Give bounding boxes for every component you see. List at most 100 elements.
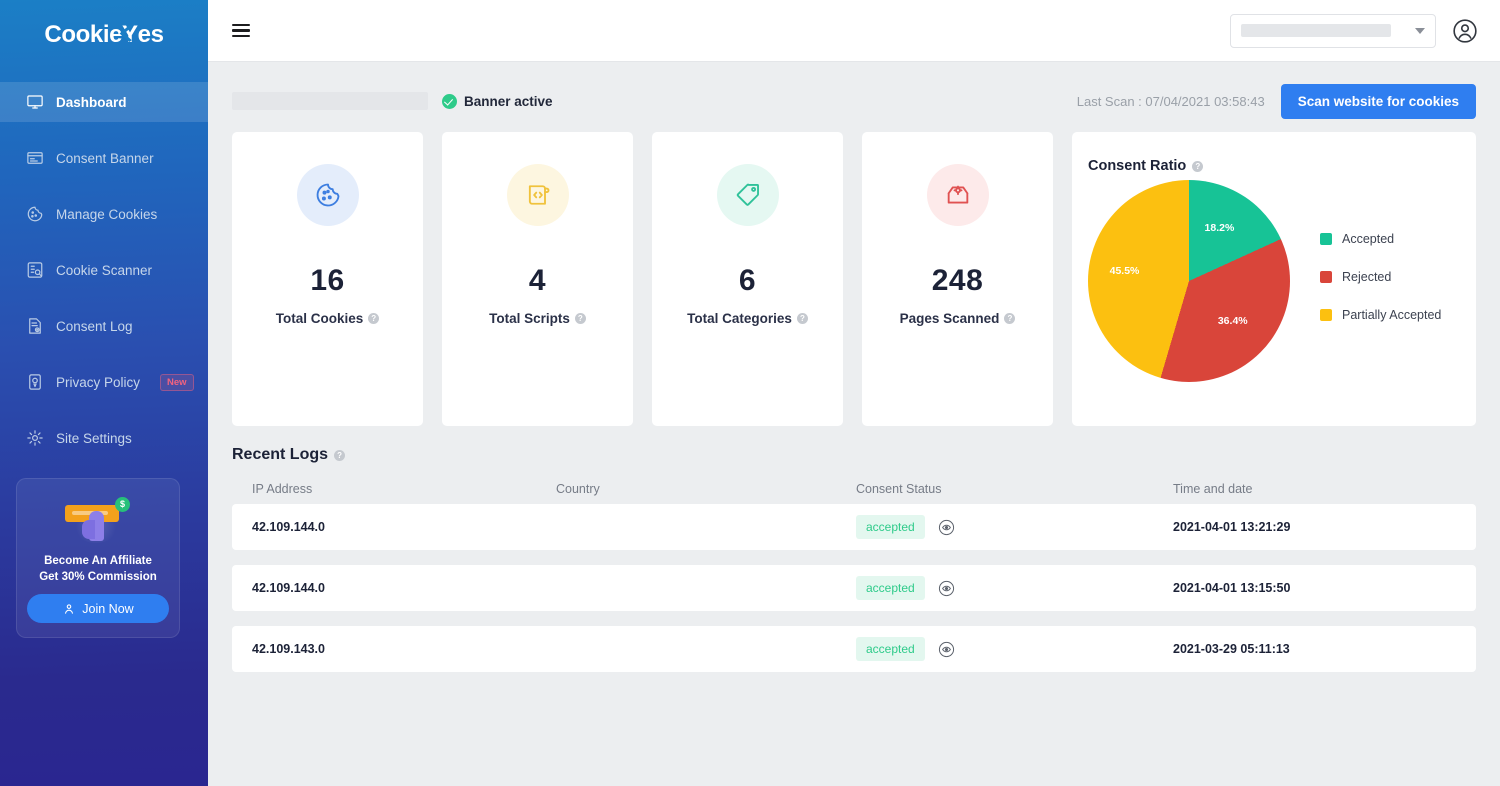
pie-label-rejected: 36.4% bbox=[1217, 314, 1248, 327]
sidebar-item-label: Site Settings bbox=[56, 430, 132, 446]
affiliate-illustration: $ bbox=[27, 491, 169, 549]
help-icon[interactable]: ? bbox=[796, 313, 808, 324]
sidebar-item-site-settings[interactable]: Site Settings bbox=[0, 418, 208, 458]
site-select-dropdown[interactable] bbox=[1230, 13, 1436, 48]
cell-ip-address: 42.109.144.0 bbox=[252, 520, 325, 534]
help-icon[interactable]: ? bbox=[1004, 313, 1016, 324]
tag-icon bbox=[716, 164, 779, 226]
eye-icon[interactable] bbox=[938, 580, 955, 597]
stat-card-pages-scanned: 248 Pages Scanned? bbox=[862, 132, 1053, 426]
scan-website-button[interactable]: Scan website for cookies bbox=[1280, 83, 1476, 119]
consent-ratio-card: Consent Ratio ? 18.2% 36.4% 45.5% Accept… bbox=[1072, 132, 1476, 426]
check-circle-icon bbox=[442, 93, 457, 109]
cell-consent-status: accepted bbox=[856, 576, 1173, 600]
recent-logs-title: Recent Logs bbox=[232, 446, 329, 463]
column-header-ip: IP Address bbox=[252, 482, 313, 496]
recent-logs-title-row: Recent Logs ? bbox=[232, 446, 1476, 464]
sidebar-item-label: Dashboard bbox=[56, 94, 127, 110]
banner-status-label: Banner active bbox=[464, 93, 553, 109]
legend-label: Accepted bbox=[1342, 232, 1395, 246]
legend-label: Rejected bbox=[1342, 270, 1392, 284]
affiliate-headline: Become An Affiliate bbox=[44, 555, 152, 567]
legend-item-accepted[interactable]: Accepted bbox=[1320, 232, 1441, 246]
sidebar-item-cookie-scanner[interactable]: Cookie Scanner bbox=[0, 250, 208, 290]
site-status-row: Banner active Last Scan : 07/04/2021 03:… bbox=[232, 83, 1476, 119]
table-row: 42.109.143.0 accepted 2021-03-29 05:11:13 bbox=[232, 626, 1476, 672]
site-select-value-redacted bbox=[1241, 24, 1391, 37]
sidebar-item-manage-cookies[interactable]: Manage Cookies bbox=[0, 194, 208, 234]
pointing-hand-icon bbox=[82, 511, 104, 541]
site-name-redacted bbox=[232, 92, 428, 110]
help-icon[interactable]: ? bbox=[1192, 160, 1204, 172]
sidebar-item-label: Privacy Policy bbox=[56, 374, 141, 390]
cookie-icon bbox=[26, 205, 44, 223]
stat-label: Total Categories bbox=[687, 311, 792, 326]
pie-label-accepted: 18.2% bbox=[1204, 221, 1235, 234]
pie-slices bbox=[1088, 180, 1290, 382]
join-now-button[interactable]: Join Now bbox=[27, 594, 169, 623]
stat-value: 6 bbox=[738, 264, 757, 297]
stat-label-row: Total Scripts? bbox=[489, 311, 586, 326]
sidebar-item-label: Manage Cookies bbox=[56, 206, 158, 222]
status-badge: accepted bbox=[856, 576, 925, 600]
sidebar-item-dashboard[interactable]: Dashboard bbox=[0, 82, 208, 122]
cell-ip-address: 42.109.144.0 bbox=[252, 581, 325, 595]
stat-label: Total Scripts bbox=[489, 311, 570, 326]
status-badge: accepted bbox=[856, 515, 925, 539]
status-badge: accepted bbox=[856, 637, 925, 661]
brand-logo[interactable]: CookieYes bbox=[0, 0, 208, 70]
scanner-icon bbox=[26, 261, 44, 279]
table-row: 42.109.144.0 accepted 2021-04-01 13:15:50 bbox=[232, 565, 1476, 611]
app-root: CookieYes Dashboard Consent Banner Manage … bbox=[0, 0, 1500, 786]
help-icon[interactable]: ? bbox=[368, 313, 380, 324]
hamburger-icon[interactable] bbox=[232, 23, 250, 38]
sidebar-item-privacy-policy[interactable]: Privacy Policy New bbox=[0, 362, 208, 402]
legend-swatch bbox=[1320, 233, 1332, 245]
table-header-row: IP Address Country Consent Status Time a… bbox=[232, 482, 1476, 504]
log-icon bbox=[26, 317, 44, 335]
gear-icon bbox=[26, 429, 44, 447]
sidebar-item-label: Cookie Scanner bbox=[56, 262, 153, 278]
brand-text: CookieYes bbox=[44, 21, 164, 48]
eye-icon[interactable] bbox=[938, 519, 955, 536]
sidebar-item-consent-banner[interactable]: Consent Banner bbox=[0, 138, 208, 178]
help-icon[interactable]: ? bbox=[574, 313, 586, 324]
column-header-time-and-date: Time and date bbox=[1173, 482, 1253, 496]
stat-value: 4 bbox=[528, 264, 547, 297]
cell-time-and-date: 2021-04-01 13:21:29 bbox=[1173, 520, 1291, 534]
affiliate-promo-card[interactable]: $ Become An Affiliate Get 30% Commission… bbox=[16, 478, 180, 638]
legend-swatch bbox=[1320, 309, 1332, 321]
cell-time-and-date: 2021-04-01 13:15:50 bbox=[1173, 581, 1291, 595]
help-icon[interactable]: ? bbox=[334, 449, 346, 461]
cell-consent-status: accepted bbox=[856, 515, 1173, 539]
pie-chart: 18.2% 36.4% 45.5% bbox=[1088, 180, 1296, 388]
chevron-down-icon bbox=[1415, 27, 1425, 34]
consent-ratio-title-row: Consent Ratio ? bbox=[1088, 158, 1454, 174]
sidebar-item-consent-log[interactable]: Consent Log bbox=[0, 306, 208, 346]
column-header-consent-status: Consent Status bbox=[856, 482, 942, 496]
main-area: Banner active Last Scan : 07/04/2021 03:… bbox=[208, 0, 1500, 786]
sidebar-item-label: Consent Banner bbox=[56, 150, 154, 166]
banner-icon bbox=[26, 149, 44, 167]
new-badge: New bbox=[160, 373, 194, 391]
page-content: Banner active Last Scan : 07/04/2021 03:… bbox=[208, 62, 1500, 786]
monitor-icon bbox=[26, 93, 44, 111]
pie-label-partially-accepted: 45.5% bbox=[1109, 265, 1140, 278]
recent-logs-table: IP Address Country Consent Status Time a… bbox=[232, 482, 1476, 672]
sidebar-item-label: Consent Log bbox=[56, 318, 133, 334]
sidebar: CookieYes Dashboard Consent Banner Manage … bbox=[0, 0, 208, 786]
stat-label-row: Total Categories? bbox=[687, 311, 808, 326]
stat-label-row: Pages Scanned? bbox=[900, 311, 1016, 326]
user-account-icon[interactable] bbox=[1452, 18, 1478, 44]
policy-icon bbox=[26, 373, 44, 391]
stat-value: 248 bbox=[931, 264, 984, 297]
eye-icon[interactable] bbox=[938, 641, 955, 658]
cookie-icon bbox=[296, 164, 359, 226]
stat-label-row: Total Cookies? bbox=[276, 311, 380, 326]
legend-item-rejected[interactable]: Rejected bbox=[1320, 270, 1441, 284]
pagescan-icon bbox=[926, 164, 989, 226]
stat-card-total-cookies: 16 Total Cookies? bbox=[232, 132, 423, 426]
legend-item-partially-accepted[interactable]: Partially Accepted bbox=[1320, 308, 1441, 322]
table-body: 42.109.144.0 accepted 2021-04-01 13:21:29 4… bbox=[232, 504, 1476, 672]
topbar bbox=[208, 0, 1500, 62]
